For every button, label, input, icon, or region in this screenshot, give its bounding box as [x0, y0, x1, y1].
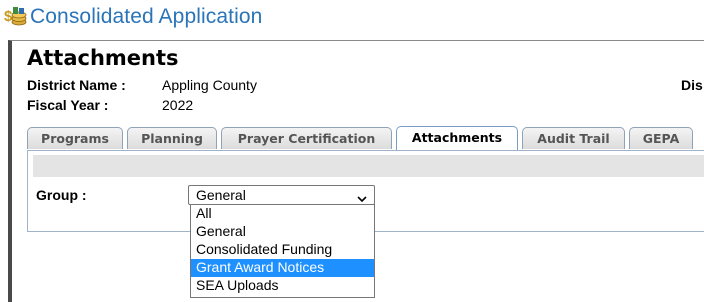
group-dropdown-list: All General Consolidated Funding Grant A…: [190, 204, 375, 298]
group-option-all[interactable]: All: [191, 205, 374, 223]
app-title: Consolidated Application: [30, 5, 263, 28]
group-option-grant-award-notices[interactable]: Grant Award Notices: [191, 259, 374, 277]
tab-planning[interactable]: Planning: [127, 127, 217, 149]
money-coins-icon: $: [4, 6, 28, 28]
group-select-value: General: [196, 187, 246, 203]
group-option-general[interactable]: General: [191, 223, 374, 241]
district-name-label: District Name :: [27, 77, 126, 93]
toolbar-strip: [33, 155, 704, 177]
group-label: Group :: [36, 187, 87, 203]
district-id-label-partial: Dis: [681, 77, 703, 93]
tab-programs[interactable]: Programs: [27, 127, 123, 149]
fiscal-year-value: 2022: [162, 97, 194, 113]
tab-gepa[interactable]: GEPA: [629, 127, 693, 149]
district-name-value: Appling County: [162, 77, 257, 93]
tab-prayer-certification[interactable]: Prayer Certification: [221, 127, 392, 149]
group-option-consolidated-funding[interactable]: Consolidated Funding: [191, 241, 374, 259]
svg-text:$: $: [4, 8, 13, 25]
fiscal-year-label: Fiscal Year :: [27, 97, 109, 113]
tab-attachments[interactable]: Attachments: [396, 126, 518, 150]
group-select[interactable]: General: [188, 185, 375, 205]
tab-audit-trail[interactable]: Audit Trail: [522, 127, 625, 149]
chevron-down-icon: [357, 190, 367, 203]
app-header: $ Consolidated Application: [0, 0, 704, 36]
group-option-sea-uploads[interactable]: SEA Uploads: [191, 277, 374, 295]
page-title: Attachments: [27, 46, 179, 70]
